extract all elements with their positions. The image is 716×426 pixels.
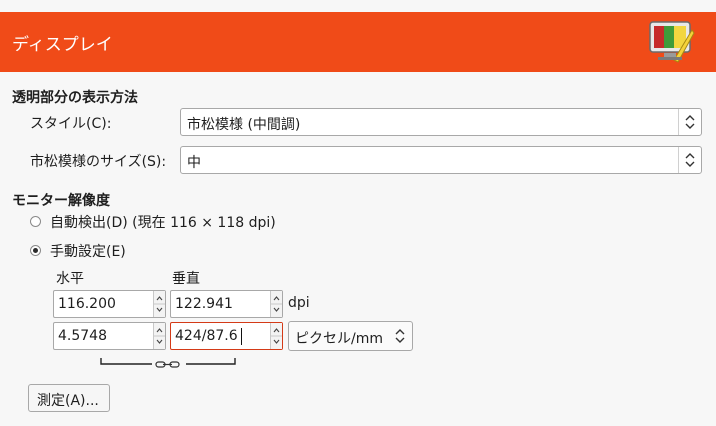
horizontal-mm-value: 4.5748: [58, 328, 107, 344]
vertical-mm-value: 424/87.6: [175, 328, 238, 344]
check-style-label: スタイル(C):: [30, 116, 112, 132]
spin-arrows-icon[interactable]: [270, 291, 282, 317]
vertical-label: 垂直: [172, 271, 200, 287]
dialog-header: ディスプレイ: [0, 12, 716, 72]
updown-chevron-icon: [678, 109, 701, 135]
vertical-dpi-spinbutton[interactable]: 122.941: [170, 290, 283, 318]
spin-arrows-icon[interactable]: [153, 323, 165, 349]
horizontal-mm-spinbutton[interactable]: 4.5748: [53, 322, 166, 350]
check-size-label: 市松模様のサイズ(S):: [30, 154, 167, 170]
horizontal-label: 水平: [56, 271, 84, 287]
manual-radio[interactable]: [30, 245, 41, 256]
transparency-section-title: 透明部分の表示方法: [12, 90, 138, 106]
text-cursor: [241, 328, 242, 345]
auto-detect-radio[interactable]: [30, 216, 41, 227]
vertical-dpi-value: 122.941: [175, 296, 233, 312]
updown-chevron-icon: [395, 329, 405, 343]
vertical-mm-spinbutton[interactable]: 424/87.6: [170, 322, 283, 350]
updown-chevron-icon: [678, 147, 701, 173]
chain-link-icon[interactable]: [98, 356, 238, 374]
horizontal-dpi-spinbutton[interactable]: 116.200: [53, 290, 166, 318]
calibrate-label: 測定(A)...: [37, 393, 99, 409]
monitor-section-title: モニター解像度: [12, 193, 110, 209]
check-style-value: 市松模様 (中間調): [187, 117, 301, 133]
check-size-combo[interactable]: 中: [180, 146, 702, 174]
dpi-unit-label: dpi: [288, 295, 310, 311]
check-size-value: 中: [187, 155, 201, 171]
auto-detect-label[interactable]: 自動検出(D) (現在 116 × 118 dpi): [50, 212, 276, 232]
monitor-color-icon: [649, 21, 695, 63]
unit-combo[interactable]: ピクセル/mm: [288, 321, 413, 351]
header-title: ディスプレイ: [12, 35, 113, 55]
spin-arrows-icon[interactable]: [153, 291, 165, 317]
check-style-combo[interactable]: 市松模様 (中間調): [180, 108, 702, 136]
horizontal-dpi-value: 116.200: [58, 296, 116, 312]
manual-label[interactable]: 手動設定(E): [50, 241, 126, 261]
unit-value: ピクセル/mm: [295, 331, 383, 347]
spin-arrows-icon[interactable]: [270, 323, 282, 349]
calibrate-button[interactable]: 測定(A)...: [28, 384, 110, 412]
